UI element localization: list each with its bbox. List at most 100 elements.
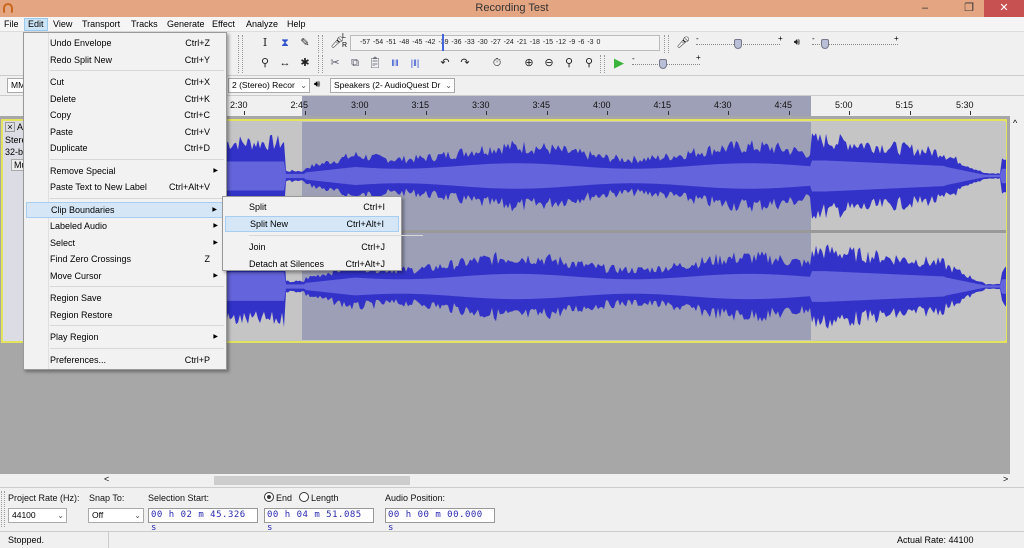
meter-playhead bbox=[442, 34, 444, 51]
menu-item-duplicate[interactable]: Duplicate Ctrl+D bbox=[26, 140, 224, 156]
menu-item-detach-at-silences[interactable]: Detach at Silences Ctrl+Alt+J bbox=[225, 256, 399, 272]
track-close-button[interactable]: × bbox=[5, 122, 15, 132]
close-button[interactable]: ✕ bbox=[984, 0, 1024, 17]
menu-item-split[interactable]: Split Ctrl+I bbox=[225, 199, 399, 215]
menu-effect[interactable]: Effect bbox=[209, 18, 238, 31]
copy-icon[interactable]: ⧉ bbox=[346, 54, 364, 72]
menu-item-move-cursor[interactable]: Move Cursor ▶ bbox=[26, 268, 224, 284]
ruler-tick bbox=[607, 111, 608, 115]
recording-channels-select[interactable]: 2 (Stereo) Recor ⌄ bbox=[228, 78, 310, 93]
menu-file[interactable]: File bbox=[1, 18, 22, 31]
menu-item-preferences[interactable]: Preferences... Ctrl+P bbox=[26, 352, 224, 368]
menu-item-label: Play Region bbox=[50, 332, 99, 342]
menu-item-shortcut: Ctrl+Alt+I bbox=[346, 219, 384, 229]
recording-volume-thumb[interactable] bbox=[734, 39, 742, 49]
envelope-tool-icon[interactable]: ⧗ bbox=[276, 34, 294, 52]
menu-analyze[interactable]: Analyze bbox=[243, 18, 281, 31]
menu-item-remove-special[interactable]: Remove Special ▶ bbox=[26, 163, 224, 179]
menu-separator bbox=[50, 70, 224, 71]
scroll-left-icon[interactable]: < bbox=[104, 474, 109, 484]
menu-item-paste-text-to-new-label[interactable]: Paste Text to New Label Ctrl+Alt+V bbox=[26, 179, 224, 195]
paste-icon[interactable]: 📋︎ bbox=[366, 54, 384, 72]
zoom-tool-icon[interactable]: ⚲ bbox=[256, 54, 274, 72]
menu-item-region-save[interactable]: Region Save bbox=[26, 290, 224, 306]
selection-toolbar-grip[interactable] bbox=[1, 491, 5, 527]
menu-item-cut[interactable]: Cut Ctrl+X bbox=[26, 74, 224, 90]
menu-tracks[interactable]: Tracks bbox=[128, 18, 161, 31]
menu-edit[interactable]: Edit bbox=[24, 18, 48, 31]
menu-item-region-restore[interactable]: Region Restore bbox=[26, 307, 224, 323]
fit-project-icon[interactable]: ⚲ bbox=[580, 54, 598, 72]
window-title: Recording Test bbox=[475, 2, 549, 14]
audio-position-field[interactable]: 00 h 00 m 00.000 s bbox=[385, 508, 495, 533]
timeshift-tool-icon[interactable]: ↔ bbox=[276, 54, 294, 72]
end-label: End bbox=[276, 493, 293, 503]
menu-item-play-region[interactable]: Play Region ▶ bbox=[26, 329, 224, 345]
horizontal-scroll-thumb[interactable] bbox=[214, 476, 410, 485]
selection-start-field[interactable]: 00 h 02 m 45.326 s bbox=[148, 508, 258, 533]
menu-separator bbox=[249, 235, 423, 236]
horizontal-scrollbar[interactable]: < > bbox=[0, 474, 1024, 486]
ruler-tick-label: 5:15 bbox=[895, 100, 914, 110]
end-radio[interactable] bbox=[264, 492, 274, 502]
menu-item-split-new[interactable]: Split New Ctrl+Alt+I bbox=[225, 216, 399, 232]
selection-end-value: 00 h 04 m 51.085 s bbox=[267, 510, 362, 533]
menu-item-copy[interactable]: Copy Ctrl+C bbox=[26, 107, 224, 123]
ruler-tick-label: 2:30 bbox=[230, 100, 248, 110]
menu-view[interactable]: View bbox=[50, 18, 75, 31]
edit-toolbar-grip[interactable] bbox=[318, 55, 323, 73]
menu-item-join[interactable]: Join Ctrl+J bbox=[225, 239, 399, 255]
menu-item-labeled-audio[interactable]: Labeled Audio ▶ bbox=[26, 218, 224, 234]
play-at-speed-icon[interactable]: ▶ bbox=[610, 54, 628, 72]
toolbar-grip[interactable] bbox=[238, 35, 243, 73]
ruler-tick-label: 4:00 bbox=[593, 100, 611, 110]
zoom-in-icon[interactable]: ⊕ bbox=[520, 54, 538, 72]
slider-plus-label: + bbox=[778, 34, 783, 43]
silence-icon[interactable]: ‖‖ bbox=[386, 54, 404, 72]
selection-tool-icon[interactable]: I bbox=[256, 34, 274, 52]
ruler-selection bbox=[302, 96, 811, 116]
menu-item-shortcut: Ctrl+Y bbox=[184, 54, 210, 65]
menu-item-label: Clip Boundaries bbox=[51, 204, 115, 215]
vertical-scrollbar[interactable]: ^ bbox=[1010, 116, 1024, 476]
fit-selection-icon[interactable]: ⚲ bbox=[560, 54, 578, 72]
menu-item-delete[interactable]: Delete Ctrl+K bbox=[26, 91, 224, 107]
meter-scale: -57 -54 -51 -48 -45 -42 -39 -36 -33 -30 … bbox=[360, 39, 601, 46]
meter-right-label: R bbox=[342, 42, 348, 49]
restore-button[interactable]: ❐ bbox=[955, 0, 983, 17]
playback-volume-thumb[interactable] bbox=[820, 39, 829, 49]
ruler-tick bbox=[304, 111, 306, 115]
minimize-button[interactable]: – bbox=[910, 0, 940, 17]
menu-item-label: Preferences... bbox=[50, 354, 107, 365]
menu-item-undo-envelope[interactable]: Undo Envelope Ctrl+Z bbox=[26, 35, 224, 51]
menu-generate[interactable]: Generate bbox=[164, 18, 208, 31]
menu-item-paste[interactable]: Paste Ctrl+V bbox=[26, 124, 224, 140]
menu-item-select[interactable]: Select ▶ bbox=[26, 235, 224, 251]
menu-help[interactable]: Help bbox=[284, 18, 309, 31]
slider-minus-label: - bbox=[812, 34, 815, 43]
menu-transport[interactable]: Transport bbox=[79, 18, 123, 31]
scroll-right-icon[interactable]: > bbox=[1003, 474, 1008, 484]
menu-item-clip-boundaries[interactable]: Clip Boundaries ▶ bbox=[26, 201, 224, 218]
multi-tool-icon[interactable]: ✱ bbox=[296, 54, 314, 72]
mixer-grip[interactable] bbox=[664, 35, 669, 53]
scroll-up-icon[interactable]: ^ bbox=[1013, 118, 1017, 128]
meter-grip[interactable] bbox=[318, 35, 323, 53]
draw-tool-icon[interactable]: ✎ bbox=[296, 34, 314, 52]
project-rate-select[interactable]: 44100 ⌄ bbox=[8, 508, 67, 523]
sync-lock-icon[interactable]: ⏱ bbox=[488, 54, 506, 72]
menu-item-find-zero-crossings[interactable]: Find Zero Crossings Z bbox=[26, 251, 224, 267]
trim-audio-icon[interactable]: |‖| bbox=[406, 54, 424, 72]
undo-icon[interactable]: ↶ bbox=[436, 54, 454, 72]
redo-icon[interactable]: ↷ bbox=[456, 54, 474, 72]
zoom-out-icon[interactable]: ⊖ bbox=[540, 54, 558, 72]
menu-item-redo-split-new[interactable]: Redo Split New Ctrl+Y bbox=[26, 52, 224, 68]
play-speed-thumb[interactable] bbox=[658, 59, 667, 69]
audio-position-value: 00 h 00 m 00.000 s bbox=[388, 510, 483, 533]
playback-device-select[interactable]: Speakers (2- AudioQuest Dr ⌄ bbox=[330, 78, 455, 93]
snap-to-select[interactable]: Off ⌄ bbox=[88, 508, 144, 523]
selection-end-field[interactable]: 00 h 04 m 51.085 s bbox=[264, 508, 374, 533]
trim-icon[interactable]: ✂ bbox=[326, 54, 344, 72]
play-at-speed-grip[interactable] bbox=[600, 55, 605, 73]
length-radio[interactable] bbox=[299, 492, 309, 502]
